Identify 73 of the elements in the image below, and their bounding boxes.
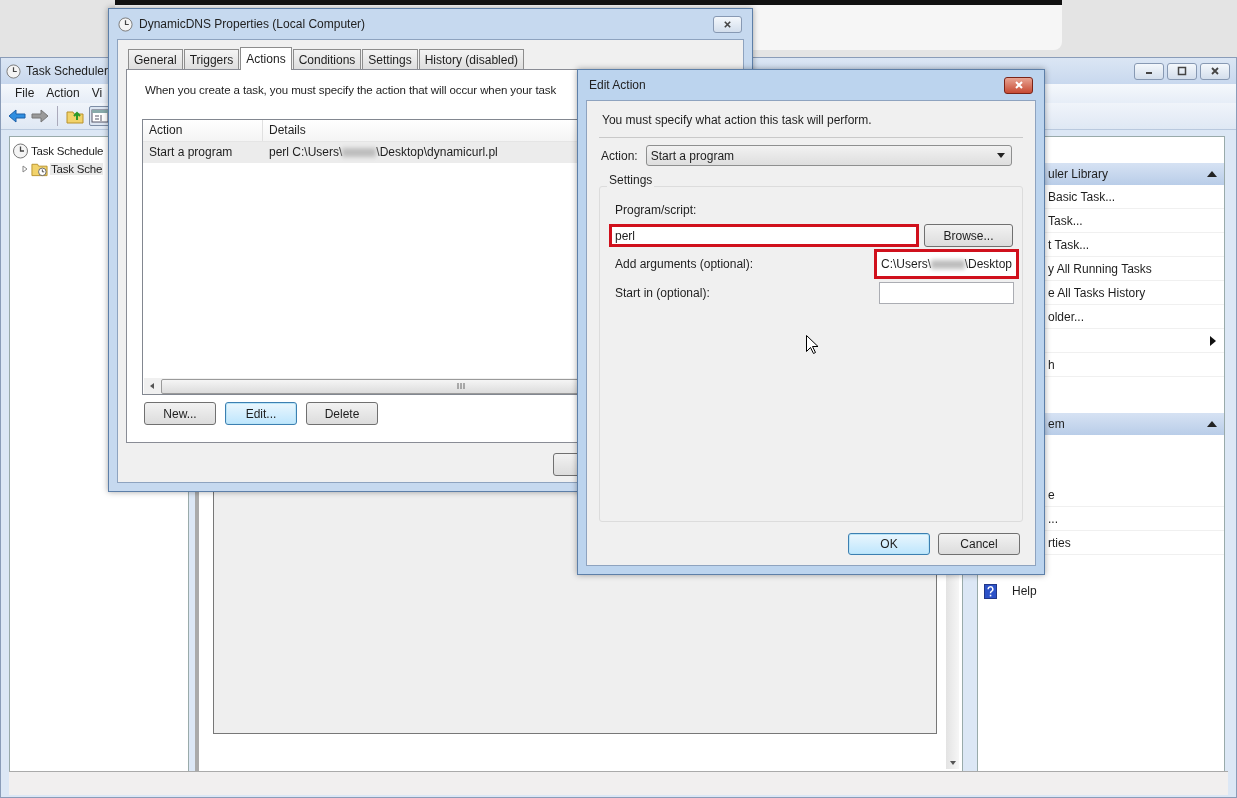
menu-item[interactable]: Vi (85, 85, 109, 102)
mouse-pointer-icon (806, 335, 818, 354)
tab[interactable]: Conditions (292, 49, 362, 69)
maximize-button[interactable] (1167, 62, 1197, 80)
menu-item[interactable]: Action (40, 85, 86, 102)
column-header[interactable]: Action (143, 120, 263, 141)
tab[interactable]: Actions (240, 47, 292, 70)
forward-arrow-icon[interactable] (31, 108, 49, 124)
back-arrow-icon[interactable] (8, 108, 26, 124)
section-title: uler Library (1048, 167, 1109, 181)
scroll-down-arrow-icon[interactable] (948, 760, 957, 766)
input-field[interactable]: perl (609, 224, 919, 247)
dialog-button[interactable]: Delete (306, 402, 378, 425)
action-link[interactable]: Task... (1048, 213, 1083, 228)
action-link[interactable]: e (1048, 487, 1055, 502)
tree-item[interactable]: Task Schedule (31, 145, 104, 157)
field-label: Add arguments (optional): (615, 257, 754, 271)
close-icon (723, 19, 732, 29)
caret-icon (996, 153, 1005, 158)
action-link[interactable]: older... (1048, 309, 1085, 324)
scroll-left-arrow-icon[interactable] (149, 382, 155, 390)
expand-arrow-icon[interactable] (21, 165, 29, 173)
field-label: Action: (601, 148, 638, 163)
help-icon (984, 583, 997, 599)
action-link[interactable]: h (1048, 357, 1055, 372)
maximize-icon (1177, 66, 1187, 76)
dialog-button[interactable]: Edit... (225, 402, 297, 425)
minimize-button[interactable] (1134, 62, 1164, 80)
close-button[interactable] (1004, 76, 1033, 94)
input-field[interactable] (879, 282, 1014, 304)
dialog-title: DynamicDNS Properties (Local Computer) (139, 17, 366, 31)
description-text: When you create a task, you must specify the action that will occur when your task (145, 84, 557, 96)
clock-icon (118, 16, 133, 32)
clock-icon (6, 63, 21, 79)
folder-clock-icon (31, 161, 48, 177)
section-title: em (1048, 417, 1065, 431)
field-label: Start in (optional): (615, 286, 710, 300)
close-button[interactable] (713, 15, 742, 33)
dialog-button[interactable]: New... (144, 402, 216, 425)
close-button[interactable] (1200, 62, 1230, 80)
collapse-arrow-icon[interactable] (1207, 171, 1217, 177)
action-link[interactable]: rties (1048, 535, 1071, 550)
close-icon (1013, 80, 1024, 90)
collapse-arrow-icon[interactable] (1207, 421, 1217, 427)
panel-icon[interactable] (89, 106, 111, 126)
menu-item[interactable]: File (9, 85, 41, 102)
action-link[interactable]: t Task... (1048, 237, 1090, 252)
tab[interactable]: Settings (362, 49, 418, 69)
dialog-title: Edit Action (589, 78, 646, 92)
tree-item[interactable]: Task Sche (50, 163, 104, 175)
dialog-button[interactable]: OK (848, 533, 930, 555)
group-label: Settings (607, 173, 655, 187)
submenu-arrow-icon[interactable] (1210, 335, 1216, 346)
tab[interactable]: Triggers (183, 49, 240, 69)
dialog-button[interactable]: Cancel (938, 533, 1020, 555)
close-icon (1210, 66, 1220, 76)
action-link[interactable]: e All Tasks History (1048, 285, 1146, 300)
action-link[interactable]: Help (1012, 584, 1037, 598)
browse-button[interactable]: Browse... (924, 224, 1013, 247)
window-title: Task Scheduler (26, 64, 109, 78)
input-field[interactable]: C:\Users\ \Desktop (874, 249, 1019, 279)
tab[interactable]: General (128, 49, 183, 69)
tab[interactable]: History (disabled) (418, 49, 525, 69)
table-cell-text: Start a program (148, 144, 234, 161)
clock-icon (12, 143, 29, 159)
instruction-text: You must specify what action this task will perform. (602, 113, 873, 127)
grip-icon (456, 382, 465, 390)
folder-up-icon[interactable] (66, 108, 84, 124)
action-dropdown[interactable]: Start a program (645, 145, 1012, 166)
field-label: Program/script: (615, 203, 698, 217)
action-link[interactable]: ... (1048, 511, 1058, 526)
action-link[interactable]: y All Running Tasks (1048, 261, 1152, 276)
action-link[interactable]: Basic Task... (1048, 189, 1116, 204)
